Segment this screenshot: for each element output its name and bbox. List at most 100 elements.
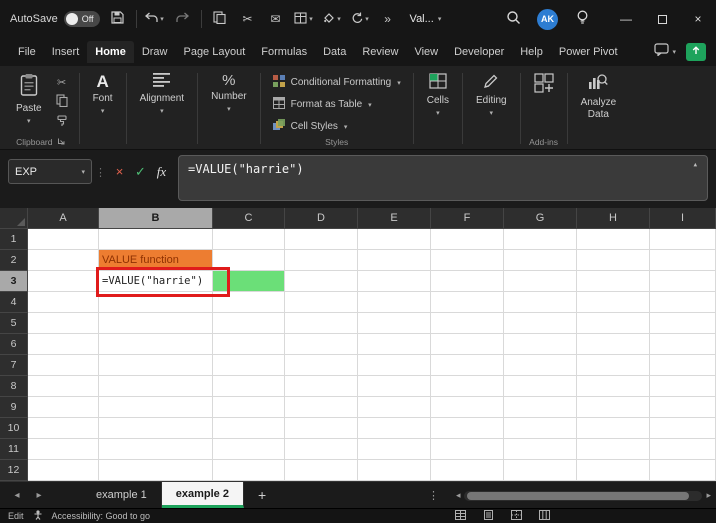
comments-button[interactable]: ▾ (654, 43, 676, 61)
collapse-formula-bar-icon[interactable]: ▴ (693, 160, 698, 170)
conditional-formatting-button[interactable]: Conditional Formatting ▾ (269, 74, 405, 91)
paste-button[interactable]: Paste ▾ (11, 70, 47, 129)
cell-C9[interactable] (213, 397, 285, 418)
cell-H10[interactable] (577, 418, 650, 439)
cell-A5[interactable] (28, 313, 99, 334)
row-header-7[interactable]: 7 (0, 355, 28, 376)
cell-H11[interactable] (577, 439, 650, 460)
cell-I4[interactable] (650, 292, 716, 313)
cell-G3[interactable] (504, 271, 577, 292)
column-header-H[interactable]: H (577, 208, 650, 229)
cell-E1[interactable] (358, 229, 431, 250)
cell-A9[interactable] (28, 397, 99, 418)
cell-A1[interactable] (28, 229, 99, 250)
cell-C12[interactable] (213, 460, 285, 481)
menu-tab-data[interactable]: Data (315, 41, 354, 63)
cell-H3[interactable] (577, 271, 650, 292)
cell-I3[interactable] (650, 271, 716, 292)
sheet-tab-example-2[interactable]: example 2 (161, 482, 244, 508)
formula-input[interactable]: =VALUE("harrie") ▴ (178, 155, 708, 201)
tips-button[interactable] (572, 6, 592, 32)
cell-B11[interactable] (99, 439, 213, 460)
cells-group-button[interactable]: Cells ▾ (422, 70, 454, 120)
cell-H9[interactable] (577, 397, 650, 418)
cell-C7[interactable] (213, 355, 285, 376)
cell-D2[interactable] (285, 250, 358, 271)
cell-E6[interactable] (358, 334, 431, 355)
cell-I11[interactable] (650, 439, 716, 460)
column-header-G[interactable]: G (504, 208, 577, 229)
cell-I7[interactable] (650, 355, 716, 376)
cell-C8[interactable] (213, 376, 285, 397)
cell-I1[interactable] (650, 229, 716, 250)
tab-options-icon[interactable]: ⋮ (428, 489, 439, 502)
cell-C1[interactable] (213, 229, 285, 250)
cell-B2[interactable]: VALUE function (99, 250, 213, 271)
row-header-6[interactable]: 6 (0, 334, 28, 355)
normal-view-icon[interactable] (455, 510, 466, 522)
menu-tab-review[interactable]: Review (354, 41, 406, 63)
cell-G7[interactable] (504, 355, 577, 376)
menu-tab-formulas[interactable]: Formulas (253, 41, 315, 63)
cell-I10[interactable] (650, 418, 716, 439)
cell-I9[interactable] (650, 397, 716, 418)
cell-E10[interactable] (358, 418, 431, 439)
column-header-A[interactable]: A (28, 208, 99, 229)
prev-sheet-button[interactable]: ◂ (8, 490, 26, 501)
format-as-table-button[interactable]: Format as Table ▾ (269, 96, 405, 113)
menu-tab-view[interactable]: View (406, 41, 446, 63)
cell-G8[interactable] (504, 376, 577, 397)
cell-D12[interactable] (285, 460, 358, 481)
menu-tab-insert[interactable]: Insert (44, 41, 88, 63)
cell-G11[interactable] (504, 439, 577, 460)
cell-G6[interactable] (504, 334, 577, 355)
cell-I5[interactable] (650, 313, 716, 334)
cell-F2[interactable] (431, 250, 504, 271)
scroll-left-icon[interactable]: ◂ (456, 490, 461, 501)
cell-G10[interactable] (504, 418, 577, 439)
editing-group-button[interactable]: Editing ▾ (471, 70, 512, 120)
cell-G9[interactable] (504, 397, 577, 418)
cell-E7[interactable] (358, 355, 431, 376)
cell-E3[interactable] (358, 271, 431, 292)
search-button[interactable] (503, 6, 523, 32)
cell-I12[interactable] (650, 460, 716, 481)
column-header-B[interactable]: B (99, 208, 213, 229)
cell-B12[interactable] (99, 460, 213, 481)
cell-C6[interactable] (213, 334, 285, 355)
scrollbar-track[interactable] (464, 490, 703, 501)
row-header-2[interactable]: 2 (0, 250, 28, 271)
alignment-group-button[interactable]: Alignment ▾ (135, 70, 189, 118)
mail-button[interactable]: ✉ (266, 6, 286, 32)
menu-tab-home[interactable]: Home (87, 41, 134, 63)
cell-D4[interactable] (285, 292, 358, 313)
cell-F12[interactable] (431, 460, 504, 481)
save-button[interactable] (108, 6, 128, 32)
row-header-9[interactable]: 9 (0, 397, 28, 418)
cancel-button[interactable]: × (109, 159, 130, 184)
fill-color-button[interactable]: ▾ (322, 6, 342, 32)
cell-A3[interactable] (28, 271, 99, 292)
cell-B3[interactable]: =VALUE("harrie") (99, 271, 213, 292)
cell-E5[interactable] (358, 313, 431, 334)
row-header-5[interactable]: 5 (0, 313, 28, 334)
close-button[interactable]: × (680, 0, 716, 38)
scrollbar-thumb[interactable] (467, 491, 690, 500)
cell-E12[interactable] (358, 460, 431, 481)
cell-C11[interactable] (213, 439, 285, 460)
cell-D1[interactable] (285, 229, 358, 250)
cell-A10[interactable] (28, 418, 99, 439)
rotate-button[interactable]: ▾ (350, 6, 370, 32)
cell-H2[interactable] (577, 250, 650, 271)
cell-B10[interactable] (99, 418, 213, 439)
document-name-dropdown[interactable]: Val... ▾ (406, 13, 446, 25)
cell-D5[interactable] (285, 313, 358, 334)
cell-H8[interactable] (577, 376, 650, 397)
number-group-button[interactable]: % Number ▾ (206, 70, 252, 116)
cell-B9[interactable] (99, 397, 213, 418)
cell-styles-button[interactable]: Cell Styles ▾ (269, 118, 405, 135)
cell-G5[interactable] (504, 313, 577, 334)
add-sheet-button[interactable]: + (248, 487, 276, 503)
sheet-tab-example-1[interactable]: example 1 (82, 482, 162, 508)
maximize-button[interactable] (644, 0, 680, 38)
